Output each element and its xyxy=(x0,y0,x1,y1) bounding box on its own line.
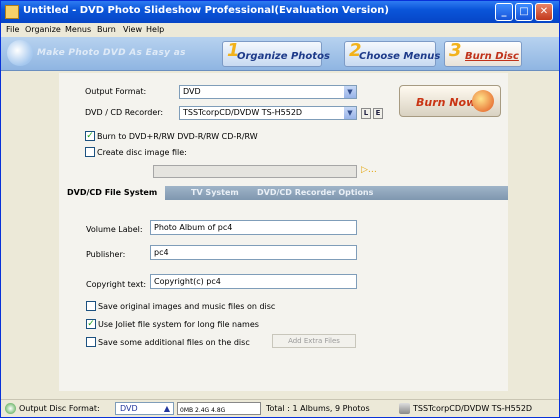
capacity-scale: 0MB 2.4G 4.8G xyxy=(180,407,226,414)
minimize-button[interactable]: _ xyxy=(495,3,513,21)
copyright-label: Copyright text: xyxy=(86,280,147,289)
menu-menus[interactable]: Menus xyxy=(65,25,91,34)
triangle-up-icon: ▲ xyxy=(163,404,170,413)
app-icon xyxy=(5,5,19,19)
close-button[interactable]: ✕ xyxy=(535,3,553,21)
image-path-input[interactable] xyxy=(153,165,357,178)
disc-format-icon xyxy=(5,403,16,414)
recorder-select[interactable]: TSSTcorpCD/DVDW TS-H552D ▼ xyxy=(179,106,357,120)
menu-help[interactable]: Help xyxy=(146,25,164,34)
additional-files-label: Save some additional files on the disc xyxy=(98,338,250,347)
publisher-label: Publisher: xyxy=(86,250,126,259)
additional-files-checkbox[interactable] xyxy=(86,337,96,347)
e-button[interactable]: E xyxy=(373,108,383,119)
burn-now-button[interactable]: Burn Now! xyxy=(399,85,501,117)
output-format-value: DVD xyxy=(183,87,201,96)
menu-burn[interactable]: Burn xyxy=(97,25,116,34)
status-bar: Output Disc Format: DVD ▲ 0MB 2.4G 4.8G … xyxy=(1,399,559,417)
menu-view[interactable]: View xyxy=(123,25,142,34)
chevron-down-icon: ▼ xyxy=(344,86,356,98)
burn-support-label: Burn to DVD+R/RW DVD-R/RW CD-R/RW xyxy=(97,132,258,141)
status-format-value: DVD xyxy=(120,404,138,413)
app-window: Untitled - DVD Photo Slideshow Professio… xyxy=(0,0,560,418)
burn-support-checkbox[interactable]: ✓ xyxy=(85,131,95,141)
maximize-button[interactable]: □ xyxy=(515,3,533,21)
status-format-select[interactable]: DVD ▲ xyxy=(115,402,174,415)
add-extra-files-button[interactable]: Add Extra Files xyxy=(272,334,356,348)
disc-capacity-meter: 0MB 2.4G 4.8G xyxy=(177,402,261,415)
save-originals-label: Save original images and music files on … xyxy=(98,302,276,311)
step-label: Organize Photos xyxy=(237,51,330,62)
title-bar: Untitled - DVD Photo Slideshow Professio… xyxy=(1,1,559,23)
recorder-value: TSSTcorpCD/DVDW TS-H552D xyxy=(183,108,303,117)
folder-icon[interactable]: ▷… xyxy=(361,165,377,175)
tab-recorder-options[interactable]: DVD/CD Recorder Options xyxy=(257,186,373,200)
volume-label: Volume Label: xyxy=(86,225,143,234)
chevron-down-icon: ▼ xyxy=(344,107,356,119)
menu-bar: File Organize Menus Burn View Help xyxy=(1,23,559,37)
flame-icon xyxy=(472,90,494,112)
banner-slogan: Make Photo DVD As Easy as xyxy=(37,48,186,58)
step-label: Burn Disc xyxy=(465,51,519,62)
l-button[interactable]: L xyxy=(361,108,371,119)
menu-file[interactable]: File xyxy=(6,25,19,34)
step-choose-menus[interactable]: 2 Choose Menus xyxy=(344,40,440,67)
tab-file-system[interactable]: DVD/CD File System xyxy=(59,186,166,200)
settings-tabs: DVD/CD File System TV System DVD/CD Reco… xyxy=(59,186,508,200)
output-format-label: Output Format: xyxy=(85,87,147,96)
status-drive: TSSTcorpCD/DVDW TS-H552D xyxy=(413,404,533,413)
status-total: Total : 1 Albums, 9 Photos xyxy=(266,404,370,413)
copyright-input[interactable]: Copyright(c) pc4 xyxy=(150,274,357,289)
output-format-select[interactable]: DVD ▼ xyxy=(179,85,357,99)
create-image-label: Create disc image file: xyxy=(97,148,187,157)
wizard-banner: Make Photo DVD As Easy as 1 Organize Pho… xyxy=(1,37,559,71)
window-title: Untitled - DVD Photo Slideshow Professio… xyxy=(23,5,389,16)
volume-label-input[interactable]: Photo Album of pc4 xyxy=(150,220,357,235)
step-number: 3 xyxy=(449,40,462,61)
status-format-label: Output Disc Format: xyxy=(19,404,100,413)
menu-organize[interactable]: Organize xyxy=(25,25,61,34)
camera-icon xyxy=(7,40,33,66)
tab-tv-system[interactable]: TV System xyxy=(191,186,239,200)
joliet-label: Use Joliet file system for long file nam… xyxy=(98,320,259,329)
recorder-label: DVD / CD Recorder: xyxy=(85,108,164,117)
drive-icon xyxy=(399,403,410,414)
joliet-checkbox[interactable]: ✓ xyxy=(86,319,96,329)
save-originals-checkbox[interactable] xyxy=(86,301,96,311)
step-label: Choose Menus xyxy=(359,51,441,62)
step-organize-photos[interactable]: 1 Organize Photos xyxy=(222,40,330,67)
publisher-input[interactable]: pc4 xyxy=(150,245,357,260)
create-image-checkbox[interactable] xyxy=(85,147,95,157)
step-burn-disc[interactable]: 3 Burn Disc xyxy=(444,40,522,67)
